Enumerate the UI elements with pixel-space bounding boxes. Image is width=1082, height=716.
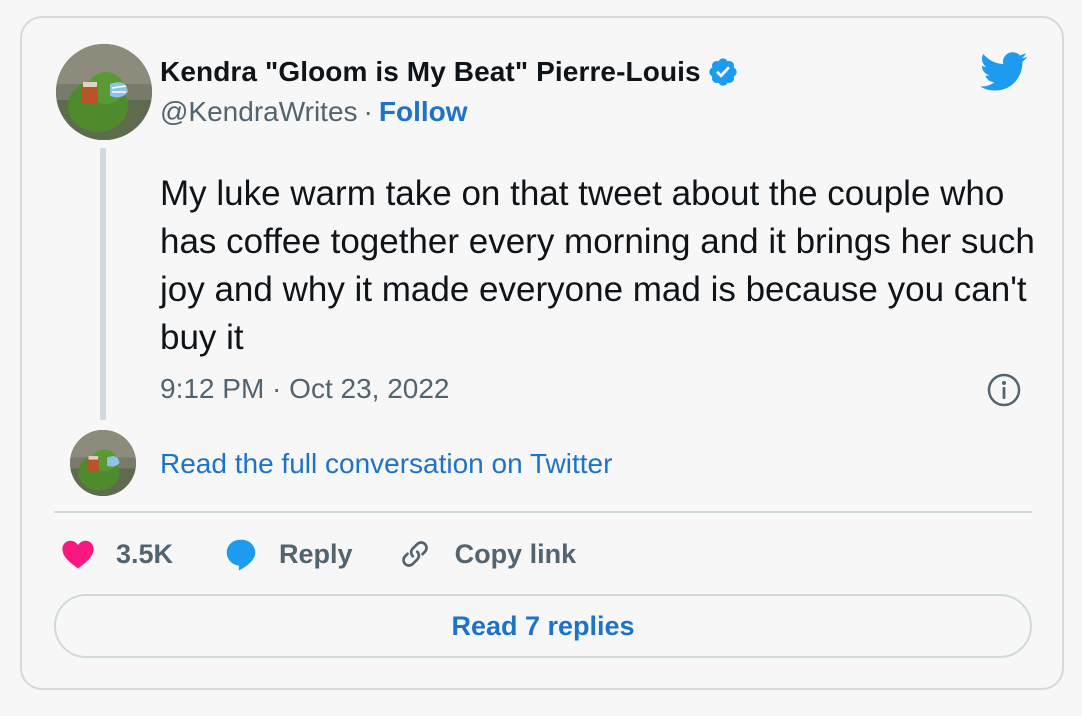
author-name-row: Kendra "Gloom is My Beat" Pierre-Louis: [160, 56, 739, 88]
divider: [54, 511, 1032, 513]
twitter-bird-icon[interactable]: [980, 52, 1028, 92]
verified-badge-icon: [707, 56, 739, 88]
read-full-conversation-link[interactable]: Read the full conversation on Twitter: [160, 448, 612, 480]
read-replies-button[interactable]: Read 7 replies: [54, 594, 1032, 658]
speech-bubble-icon: [223, 536, 259, 572]
avatar-image: [56, 44, 152, 140]
avatar-image: [70, 430, 136, 496]
tweet-embed-card: Kendra "Gloom is My Beat" Pierre-Louis @…: [20, 16, 1064, 690]
copy-link-button[interactable]: Copy link: [397, 536, 577, 572]
tweet-timestamp[interactable]: 9:12 PM · Oct 23, 2022: [160, 373, 450, 405]
link-icon: [397, 536, 433, 572]
reply-button[interactable]: Reply: [223, 536, 353, 572]
heart-icon: [60, 536, 96, 572]
read-replies-label: Read 7 replies: [451, 610, 635, 641]
separator-dot: ·: [363, 96, 373, 127]
author-handle[interactable]: @KendraWrites: [160, 96, 358, 127]
follow-link[interactable]: Follow: [379, 96, 468, 127]
reply-label: Reply: [279, 538, 353, 569]
conversation-avatar[interactable]: [70, 430, 136, 496]
author-handle-row: @KendraWrites · Follow: [160, 96, 468, 128]
author-avatar[interactable]: [56, 44, 152, 140]
info-icon[interactable]: [986, 372, 1022, 408]
copy-link-label: Copy link: [454, 538, 577, 569]
like-button[interactable]: 3.5K: [60, 536, 173, 572]
tweet-actions: 3.5K Reply Copy link: [60, 534, 576, 574]
tweet-text: My luke warm take on that tweet about th…: [160, 174, 1035, 357]
like-count: 3.5K: [116, 538, 174, 569]
author-display-name[interactable]: Kendra "Gloom is My Beat" Pierre-Louis: [160, 56, 701, 88]
thread-line: [100, 148, 106, 420]
